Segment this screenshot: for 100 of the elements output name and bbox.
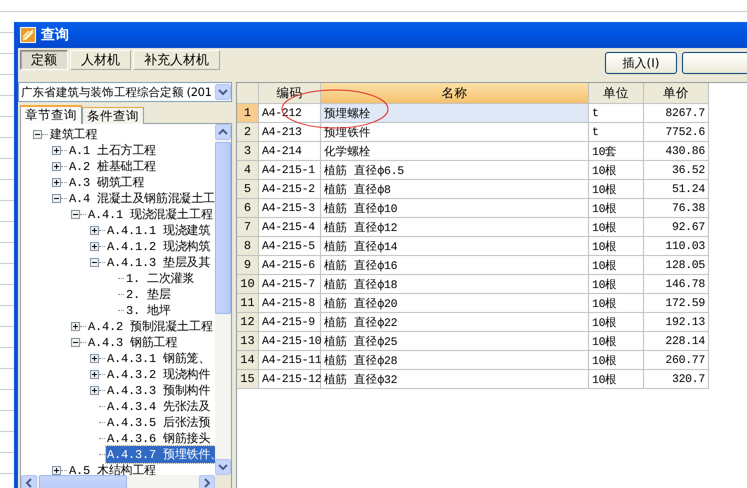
table-cell: 10根 [589, 199, 644, 218]
tree-item[interactable]: A.5 木结构工程 [68, 462, 158, 475]
table-cell: A4-215-7 [259, 275, 321, 294]
table-cell: A4-213 [259, 123, 321, 142]
table-cell: 10根 [589, 294, 644, 313]
tree-item[interactable]: A.4.3.2 现浇构件 [106, 366, 212, 382]
table-cell: 7752.6 [644, 123, 709, 142]
table-cell: A4-215-11 [259, 351, 321, 370]
tree-item[interactable]: A.4.1.3 垫层及其 [106, 254, 212, 270]
table-cell: t [589, 123, 644, 142]
tree-item[interactable]: A.4.3.7 预埋铁件、 [106, 446, 215, 462]
row-number: 3 [237, 142, 259, 161]
row-number: 14 [237, 351, 259, 370]
table-cell: A4-215-9 [259, 313, 321, 332]
tree-item[interactable]: A.2 桩基础工程 [68, 158, 158, 174]
tab[interactable]: 补充人材机 [133, 50, 220, 70]
table-cell: 76.38 [644, 199, 709, 218]
table-cell: A4-215-3 [259, 199, 321, 218]
table-cell: 8267.7 [644, 104, 709, 123]
tree-item[interactable]: A.4.3.1 钢筋笼、 [106, 350, 212, 366]
table-cell: 植筋 直径ф8 [321, 180, 589, 199]
table-cell: A4-215-2 [259, 180, 321, 199]
table-cell: 植筋 直径ф28 [321, 351, 589, 370]
window-title: 查询 [41, 26, 69, 44]
tree-item[interactable]: A.4.1 现浇混凝土工程 [87, 206, 214, 222]
table-cell: A4-215-12 [259, 370, 321, 389]
table-cell: 92.67 [644, 218, 709, 237]
row-number: 12 [237, 313, 259, 332]
row-number: 4 [237, 161, 259, 180]
table-cell: 10根 [589, 332, 644, 351]
column-header[interactable]: 名称 [321, 83, 589, 104]
table-cell: A4-215-6 [259, 256, 321, 275]
table-cell: 36.52 [644, 161, 709, 180]
tree-item[interactable]: A.4 混凝土及钢筋混凝土工 [68, 190, 215, 206]
table-cell: 化学螺栓 [321, 142, 589, 161]
row-number: 11 [237, 294, 259, 313]
table-cell: A4-215-4 [259, 218, 321, 237]
row-number: 8 [237, 237, 259, 256]
tree-item[interactable]: A.4.3.3 预制构件 [106, 382, 212, 398]
table-cell: 10根 [589, 256, 644, 275]
library-select[interactable]: 广东省建筑与装饰工程综合定额 (201 [18, 82, 232, 102]
table-cell: A4-215-10 [259, 332, 321, 351]
table-cell: 110.03 [644, 237, 709, 256]
table-cell: 320.7 [644, 370, 709, 389]
row-number: 9 [237, 256, 259, 275]
tree-item[interactable]: A.4.1.2 现浇构筑 [106, 238, 212, 254]
table-cell: 430.86 [644, 142, 709, 161]
column-header[interactable]: 单价 [644, 83, 709, 104]
table-cell: 10根 [589, 180, 644, 199]
tree-item[interactable]: A.3 砌筑工程 [68, 174, 146, 190]
table-cell: 10根 [589, 275, 644, 294]
table-cell: 51.24 [644, 180, 709, 199]
table-cell: 10套 [589, 142, 644, 161]
table-cell: 植筋 直径ф14 [321, 237, 589, 256]
table-cell: 228.14 [644, 332, 709, 351]
tab[interactable]: 条件查询 [82, 107, 144, 124]
column-header[interactable]: 单位 [589, 83, 644, 104]
table-cell: A4-215-5 [259, 237, 321, 256]
tab[interactable]: 人材机 [70, 50, 131, 70]
table-cell: 192.13 [644, 313, 709, 332]
row-number: 7 [237, 218, 259, 237]
table-cell: 植筋 直径ф10 [321, 199, 589, 218]
tree-item[interactable]: 1. 二次灌浆 [125, 270, 196, 286]
table-cell: 植筋 直径ф6.5 [321, 161, 589, 180]
row-number: 15 [237, 370, 259, 389]
tab[interactable]: 章节查询 [20, 105, 82, 124]
table-cell: t [589, 104, 644, 123]
tree-item[interactable]: A.1 土石方工程 [68, 142, 158, 158]
table-cell: 10根 [589, 370, 644, 389]
tree-item[interactable]: 建筑工程 [49, 126, 98, 142]
table-cell: 预埋螺栓 [321, 104, 589, 123]
table-cell: 植筋 直径ф12 [321, 218, 589, 237]
table-cell: 10根 [589, 237, 644, 256]
tree-item[interactable]: A.4.3.5 后张法预 [106, 414, 212, 430]
tree-item[interactable]: A.4.3.6 钢筋接头 [106, 430, 212, 446]
table-cell: A4-215-1 [259, 161, 321, 180]
row-number: 6 [237, 199, 259, 218]
tree-item[interactable]: A.4.2 预制混凝土工程 [87, 318, 214, 334]
table-cell: A4-215-8 [259, 294, 321, 313]
table-cell: 172.59 [644, 294, 709, 313]
insert-button[interactable]: 插入(I) [605, 52, 677, 74]
table-cell: 植筋 直径ф20 [321, 294, 589, 313]
tree-item[interactable]: 2. 垫层 [125, 286, 172, 302]
row-number: 2 [237, 123, 259, 142]
row-number: 1 [237, 104, 259, 123]
table-cell: 植筋 直径ф25 [321, 332, 589, 351]
table-cell: 植筋 直径ф22 [321, 313, 589, 332]
table-cell: 10根 [589, 161, 644, 180]
row-number: 13 [237, 332, 259, 351]
tree-item[interactable]: 3. 地坪 [125, 302, 172, 318]
table-cell: A4-214 [259, 142, 321, 161]
tab[interactable]: 定额 [20, 50, 68, 70]
table-cell: 10根 [589, 351, 644, 370]
tree-item[interactable]: A.4.1.1 现浇建筑 [106, 222, 212, 238]
table-cell: 植筋 直径ф16 [321, 256, 589, 275]
tree-item[interactable]: A.4.3 钢筋工程 [87, 334, 178, 350]
table-cell: 128.05 [644, 256, 709, 275]
table-cell: 260.77 [644, 351, 709, 370]
table-cell: 10根 [589, 218, 644, 237]
tree-item[interactable]: A.4.3.4 先张法及 [106, 398, 212, 414]
